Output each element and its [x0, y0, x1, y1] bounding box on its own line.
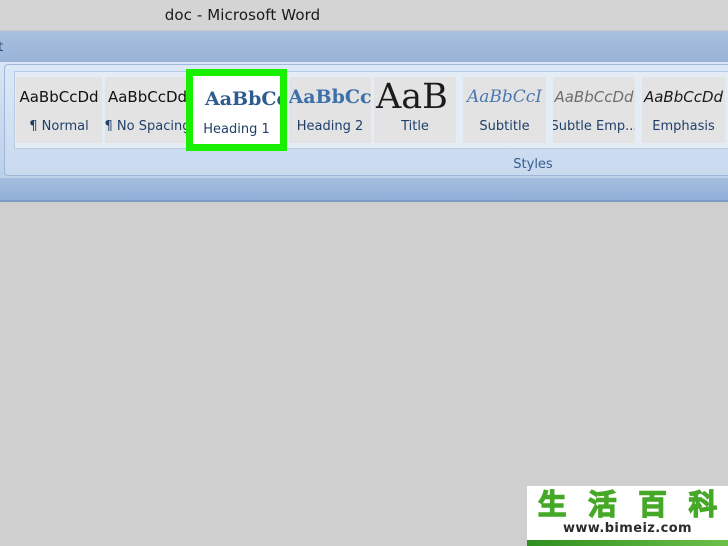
style-emphasis[interactable]: AaBbCcDd Emphasis: [642, 77, 725, 143]
style-heading-1-label: Heading 1: [203, 122, 270, 137]
style-heading-2-label: Heading 2: [296, 119, 364, 134]
style-emphasis-label: Emphasis: [652, 119, 715, 134]
watermark-glyph: 活: [588, 487, 618, 522]
style-heading-1-sample: AaBbCc: [205, 88, 280, 110]
ribbon-bottom-bar: [0, 178, 728, 202]
watermark-logo: 生 活 百 科 www.bimeiz.com: [527, 486, 728, 546]
style-title-sample: AaB: [376, 77, 448, 117]
style-normal-label: ¶ Normal: [29, 119, 89, 134]
watermark-glyph: 生: [537, 487, 567, 522]
watermark-glyph: 科: [688, 487, 718, 522]
style-title-label: Title: [401, 119, 429, 134]
style-title[interactable]: AaB Title: [374, 77, 456, 143]
style-subtitle-label: Subtitle: [479, 119, 530, 134]
ribbon: AaBbCcDd ¶ Normal AaBbCcDd ¶ No Spacing …: [0, 62, 728, 178]
styles-group: AaBbCcDd ¶ Normal AaBbCcDd ¶ No Spacing …: [4, 64, 728, 176]
style-heading-2[interactable]: AaBbCc Heading 2: [289, 77, 371, 143]
style-subtitle[interactable]: AaBbCcI Subtitle: [463, 77, 546, 143]
styles-group-caption: Styles: [513, 157, 553, 172]
style-subtle-emphasis[interactable]: AaBbCcDd Subtle Emp...: [553, 77, 635, 143]
style-subtle-emphasis-sample: AaBbCcDd: [554, 88, 634, 106]
style-heading-2-sample: AaBbCc: [289, 86, 371, 108]
style-heading-1[interactable]: AaBbCc Heading 1: [186, 69, 287, 151]
style-subtitle-sample: AaBbCcI: [466, 87, 543, 107]
style-no-spacing-sample: AaBbCcDd: [107, 88, 188, 106]
style-no-spacing-label: ¶ No Spacing: [105, 119, 190, 134]
style-emphasis-sample: AaBbCcDd: [643, 88, 724, 106]
style-normal[interactable]: AaBbCcDd ¶ Normal: [16, 77, 102, 143]
style-subtle-emphasis-label: Subtle Emp...: [553, 119, 635, 134]
title-bar: doc - Microsoft Word: [0, 0, 728, 31]
ribbon-tab-partial[interactable]: t: [0, 40, 3, 55]
style-normal-sample: AaBbCcDd: [19, 88, 99, 106]
ribbon-tab-row: t: [0, 31, 728, 63]
watermark-glyph: 百: [638, 487, 668, 522]
window-title: doc - Microsoft Word: [164, 6, 321, 24]
watermark-url: www.bimeiz.com: [562, 521, 692, 536]
watermark-bar: [527, 540, 728, 546]
style-no-spacing[interactable]: AaBbCcDd ¶ No Spacing: [105, 77, 190, 143]
watermark-glyphs: 生 活 百 科: [527, 486, 728, 522]
